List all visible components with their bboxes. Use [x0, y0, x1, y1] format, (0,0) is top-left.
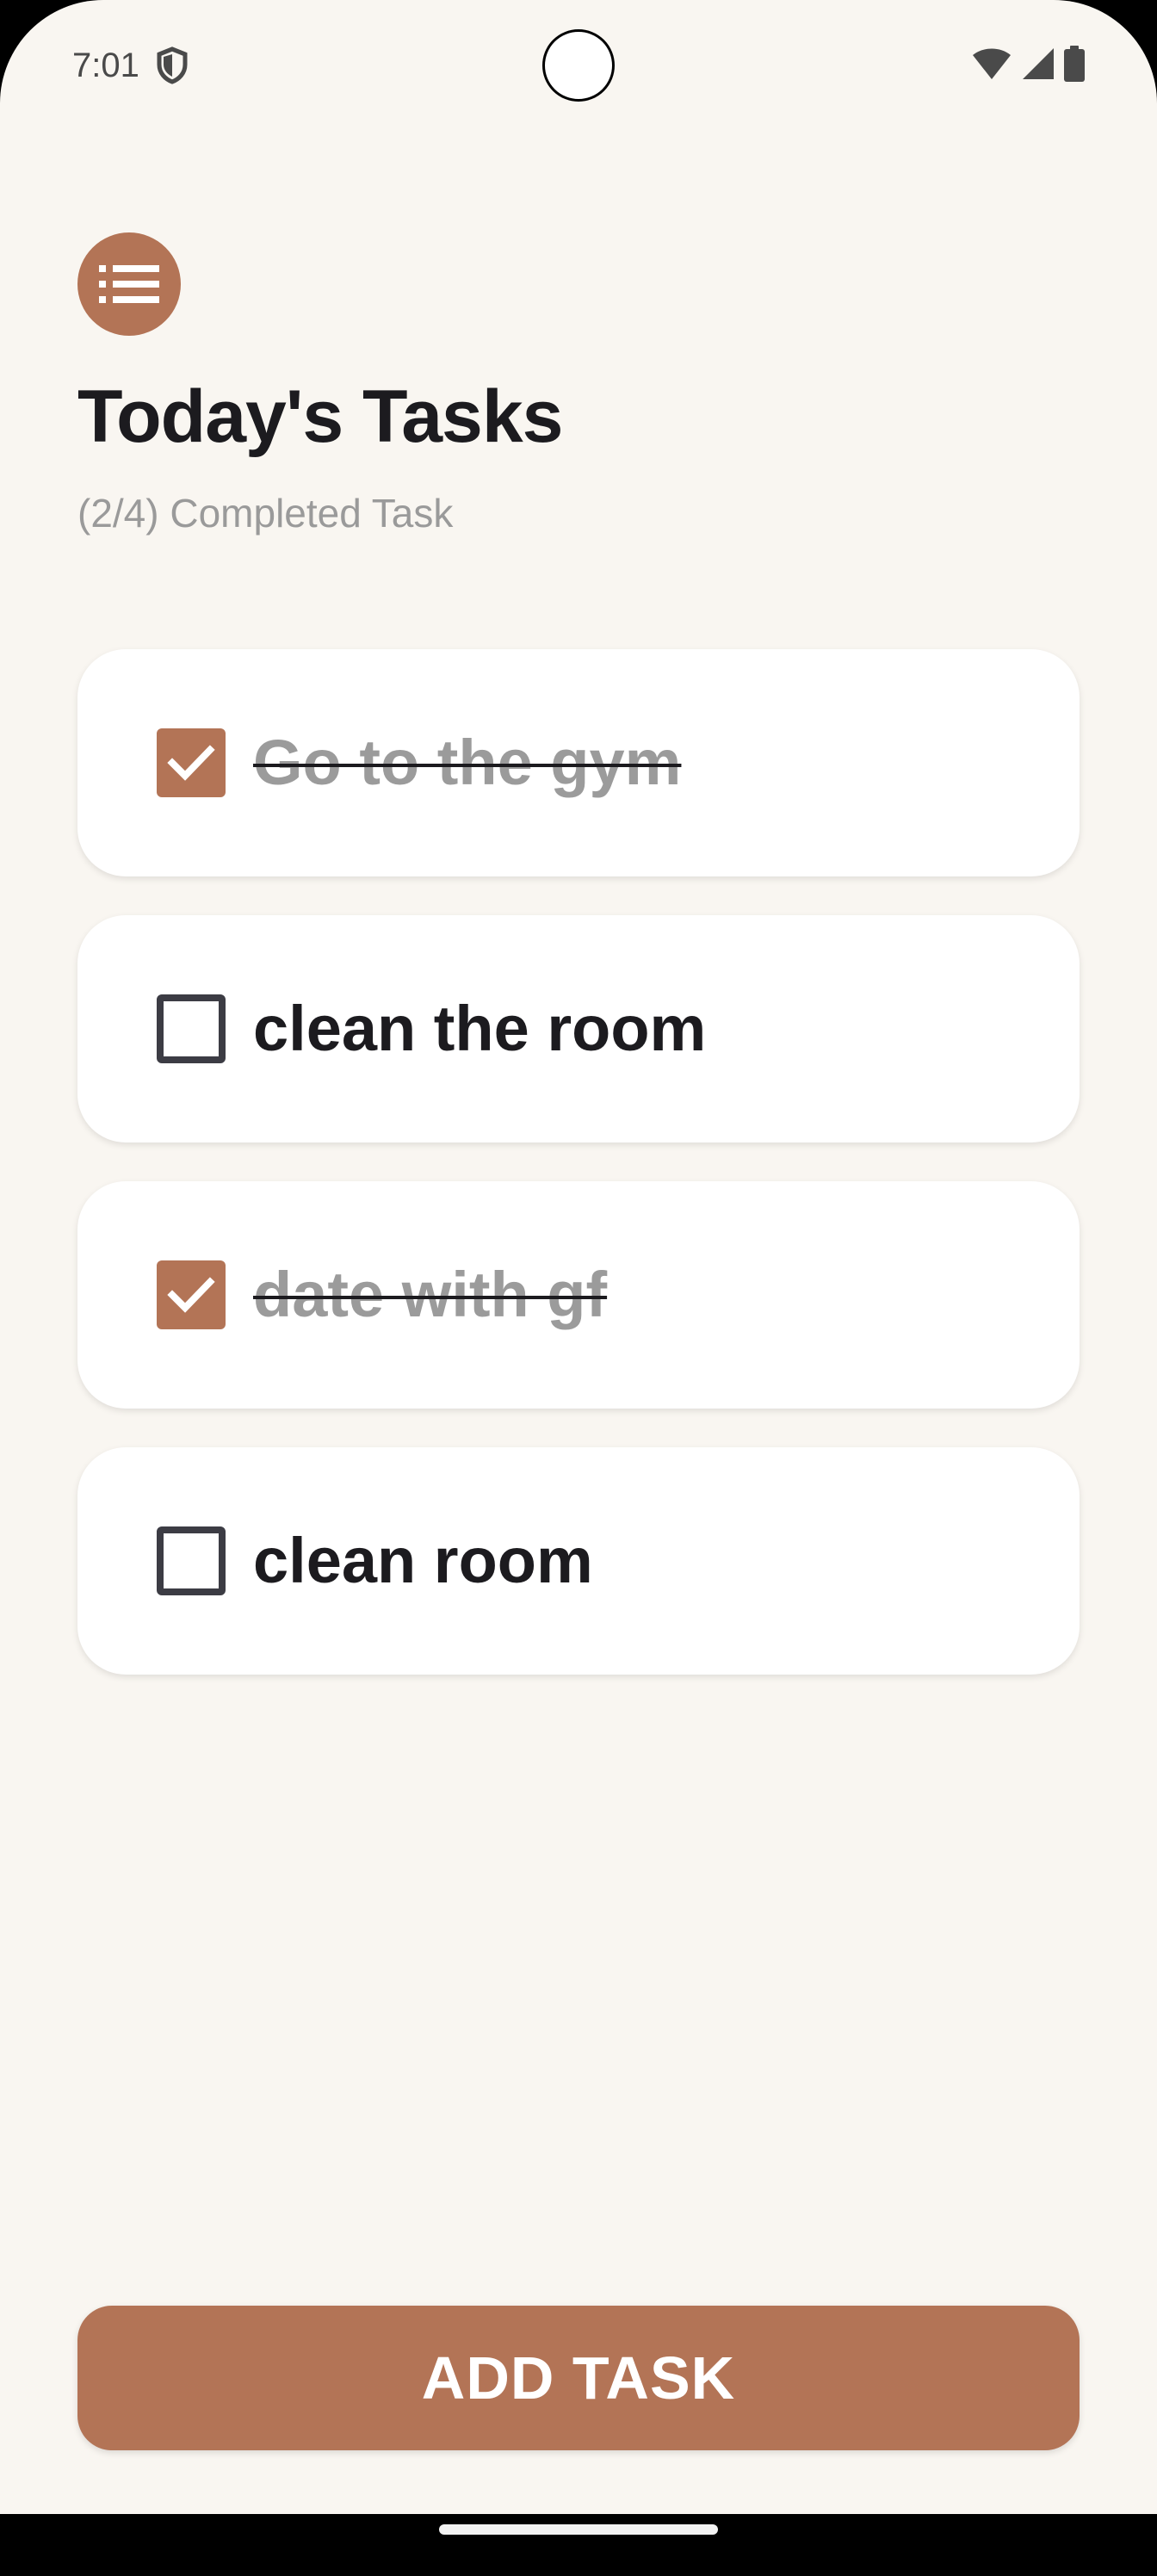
battery-icon — [1064, 46, 1085, 82]
add-task-button[interactable]: ADD TASK — [77, 2306, 1080, 2450]
task-label: clean room — [253, 1525, 593, 1596]
navigation-bar — [0, 2514, 1157, 2576]
task-card[interactable]: clean room — [77, 1447, 1080, 1675]
task-checkbox-unchecked[interactable] — [157, 1526, 226, 1595]
app-screen: 7:01 Today's Tasks (2/4) Completed Task … — [0, 0, 1157, 2576]
status-time: 7:01 — [72, 46, 139, 84]
task-label: Go to the gym — [253, 727, 682, 798]
checkmark-icon — [167, 1277, 215, 1313]
task-checkbox-unchecked[interactable] — [157, 994, 226, 1063]
task-checkbox-checked[interactable] — [157, 1260, 226, 1329]
status-icons — [971, 45, 1085, 83]
shield-icon — [155, 46, 189, 84]
camera-cutout — [542, 29, 615, 102]
task-card[interactable]: date with gf — [77, 1181, 1080, 1409]
completed-count: (2/4) Completed Task — [77, 491, 454, 536]
page-title: Today's Tasks — [77, 375, 564, 458]
task-card[interactable]: clean the room — [77, 915, 1080, 1142]
task-label: date with gf — [253, 1259, 608, 1330]
wifi-icon — [971, 46, 1012, 81]
list-icon[interactable] — [77, 232, 181, 336]
cellular-icon — [1021, 46, 1055, 81]
home-gesture-handle[interactable] — [439, 2524, 718, 2535]
task-card[interactable]: Go to the gym — [77, 649, 1080, 876]
task-label: clean the room — [253, 993, 707, 1064]
task-checkbox-checked[interactable] — [157, 728, 226, 797]
checkmark-icon — [167, 745, 215, 781]
